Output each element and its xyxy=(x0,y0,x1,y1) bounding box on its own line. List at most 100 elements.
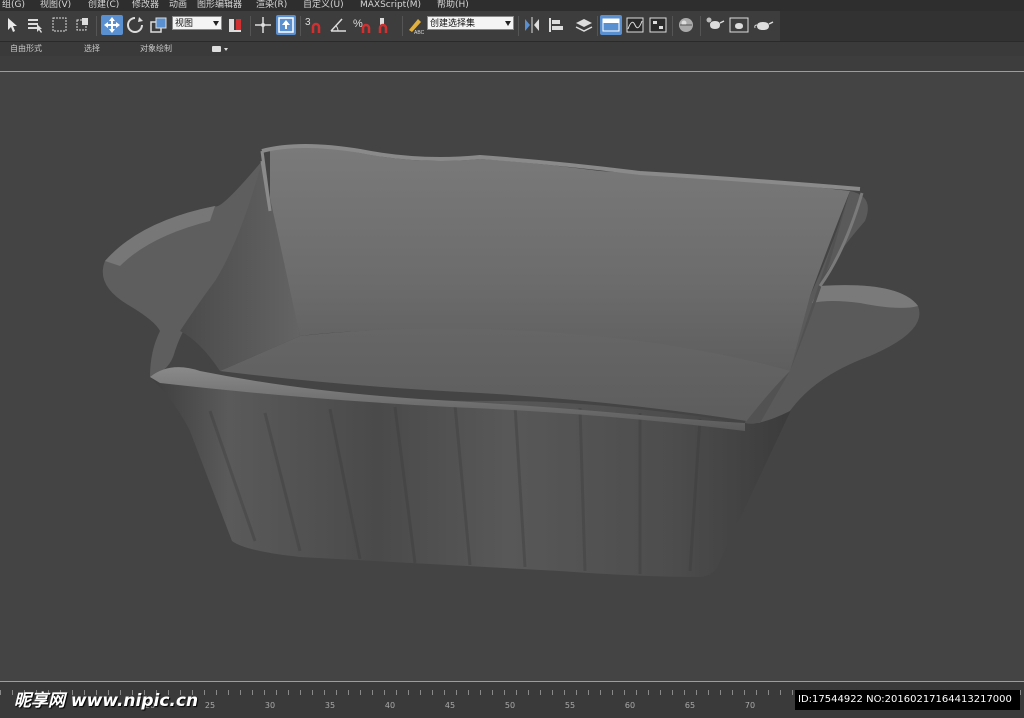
ruler-frame-label: 50 xyxy=(504,701,516,710)
keyboard-override-icon xyxy=(278,17,294,33)
frame-window-icon xyxy=(729,17,749,33)
percent-snap-icon: % xyxy=(353,18,371,33)
ruler-frame-label: 45 xyxy=(444,701,456,710)
ribbon-tab-object-paint[interactable]: 对象绘制 xyxy=(140,42,172,56)
dashed-rectangle-icon xyxy=(52,17,67,32)
ruler-tick xyxy=(348,690,349,695)
ruler-tick xyxy=(720,690,721,695)
baking-dish-model[interactable] xyxy=(0,71,1024,682)
use-pivot-center-button[interactable] xyxy=(226,15,246,35)
reference-coordinate-value: 视图 xyxy=(175,19,194,29)
ruler-tick xyxy=(264,690,265,695)
menu-group[interactable]: 组(G) xyxy=(2,0,25,11)
menu-rendering[interactable]: 渲染(R) xyxy=(256,0,287,11)
ruler-tick xyxy=(768,690,769,695)
schematic-view-button[interactable] xyxy=(648,15,668,35)
ruler-tick xyxy=(324,690,325,695)
teapot-icon xyxy=(754,21,774,30)
ruler-frame-label: 60 xyxy=(624,701,636,710)
select-and-move-button[interactable] xyxy=(101,15,123,35)
manipulate-icon xyxy=(255,17,271,33)
keyboard-shortcut-override-button[interactable] xyxy=(276,15,296,35)
menu-modifiers[interactable]: 修改器 xyxy=(132,0,159,11)
menu-maxscript[interactable]: MAXScript(M) xyxy=(360,0,421,11)
named-selection-set-dropdown[interactable]: 创建选择集 xyxy=(427,16,514,30)
align-icon xyxy=(549,18,563,32)
select-by-name-button[interactable] xyxy=(26,15,44,35)
magnet-icon: 3 xyxy=(305,17,321,33)
curve-editor-button[interactable] xyxy=(625,15,645,35)
ruler-frame-label: 40 xyxy=(384,701,396,710)
align-button[interactable] xyxy=(546,15,566,35)
toolbar-separator xyxy=(250,16,251,36)
site-watermark: 昵享网 www.nipic.cn xyxy=(14,691,199,711)
ruler-tick xyxy=(600,690,601,695)
render-setup-button[interactable] xyxy=(704,15,726,35)
ruler-tick xyxy=(588,690,589,695)
ruler-tick xyxy=(480,690,481,695)
material-editor-button[interactable] xyxy=(676,15,696,35)
named-selection-set-value: 创建选择集 xyxy=(430,19,476,29)
ruler-tick xyxy=(636,690,637,695)
window-crossing-button[interactable] xyxy=(74,15,92,35)
ruler-tick xyxy=(756,690,757,695)
ruler-tick xyxy=(384,690,385,695)
ruler-tick xyxy=(648,690,649,695)
menu-customize[interactable]: 自定义(U) xyxy=(303,0,344,11)
chevron-down-icon[interactable] xyxy=(224,48,228,51)
select-and-scale-button[interactable] xyxy=(149,15,169,35)
rectangular-selection-button[interactable] xyxy=(50,15,70,35)
ruler-tick xyxy=(744,690,745,695)
edit-named-selection-button[interactable]: ABC xyxy=(405,15,425,35)
ruler-tick xyxy=(660,690,661,695)
manage-layers-button[interactable] xyxy=(574,15,594,35)
select-and-manipulate-button[interactable] xyxy=(253,15,273,35)
ruler-tick xyxy=(252,690,253,695)
toggle-ribbon-button[interactable] xyxy=(600,15,622,35)
ruler-tick xyxy=(228,690,229,695)
ruler-tick xyxy=(420,690,421,695)
ruler-tick xyxy=(612,690,613,695)
menu-graph-editors[interactable]: 图形编辑器 xyxy=(197,0,242,11)
menu-views[interactable]: 视图(V) xyxy=(40,0,71,11)
mirror-icon xyxy=(525,17,539,33)
ruler-tick xyxy=(288,690,289,695)
angle-snap-button[interactable] xyxy=(328,15,350,35)
chevron-down-icon xyxy=(213,21,219,26)
menu-animation[interactable]: 动画 xyxy=(169,0,187,11)
ribbon-bar: 自由形式 选择 对象绘制 xyxy=(0,42,1024,56)
teapot-gear-icon xyxy=(706,17,725,29)
pencil-abc-icon: ABC xyxy=(409,19,425,35)
spinner-snap-button[interactable] xyxy=(376,15,398,35)
snap-dimension-label: 3 xyxy=(305,17,311,28)
select-and-rotate-button[interactable] xyxy=(125,15,145,35)
ruler-tick xyxy=(468,690,469,695)
ribbon-tab-freeform[interactable]: 自由形式 xyxy=(10,42,42,56)
snaps-toggle-button[interactable]: 3 xyxy=(304,15,326,35)
chevron-down-icon xyxy=(505,21,511,26)
ribbon-options-icon[interactable] xyxy=(212,46,221,52)
ruler-tick xyxy=(672,690,673,695)
ruler-tick xyxy=(336,690,337,695)
ribbon-tab-selection[interactable]: 选择 xyxy=(84,42,100,56)
ribbon-panel xyxy=(0,56,1024,71)
ruler-tick xyxy=(456,690,457,695)
toolbar-separator xyxy=(700,16,701,36)
mirror-button[interactable] xyxy=(522,15,542,35)
ruler-tick xyxy=(408,690,409,695)
rendered-frame-window-button[interactable] xyxy=(728,15,750,35)
ruler-tick xyxy=(0,690,1,695)
menu-help[interactable]: 帮助(H) xyxy=(437,0,469,11)
render-production-button[interactable] xyxy=(752,15,774,35)
ruler-tick xyxy=(372,690,373,695)
reference-coordinate-dropdown[interactable]: 视图 xyxy=(172,16,222,30)
select-object-button[interactable] xyxy=(4,15,22,35)
schematic-icon xyxy=(649,17,667,33)
menu-create[interactable]: 创建(C) xyxy=(88,0,119,11)
percent-snap-button[interactable]: % xyxy=(352,15,374,35)
ruler-frame-label: 70 xyxy=(744,701,756,710)
ruler-tick xyxy=(240,690,241,695)
ruler-tick xyxy=(1020,690,1021,695)
ruler-tick xyxy=(504,690,505,695)
image-id-label: ID:17544922 NO:20160217164413217000 xyxy=(795,690,1020,710)
